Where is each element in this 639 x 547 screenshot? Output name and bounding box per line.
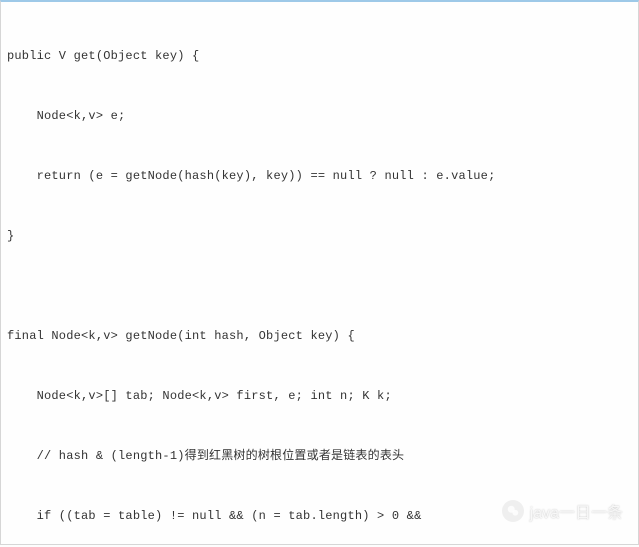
code-block: public V get(Object key) { Node<k,v> e; … [0,0,639,545]
code-line: // hash & (length-1)得到红黑树的树根位置或者是链表的表头 [7,446,632,466]
code-line: final Node<k,v> getNode(int hash, Object… [7,326,632,346]
code-line: Node<k,v> e; [7,106,632,126]
code-line: } [7,226,632,246]
code-line: if ((tab = table) != null && (n = tab.le… [7,506,632,526]
code-line: public V get(Object key) { [7,46,632,66]
code-line: Node<k,v>[] tab; Node<k,v> first, e; int… [7,386,632,406]
code-line: return (e = getNode(hash(key), key)) == … [7,166,632,186]
